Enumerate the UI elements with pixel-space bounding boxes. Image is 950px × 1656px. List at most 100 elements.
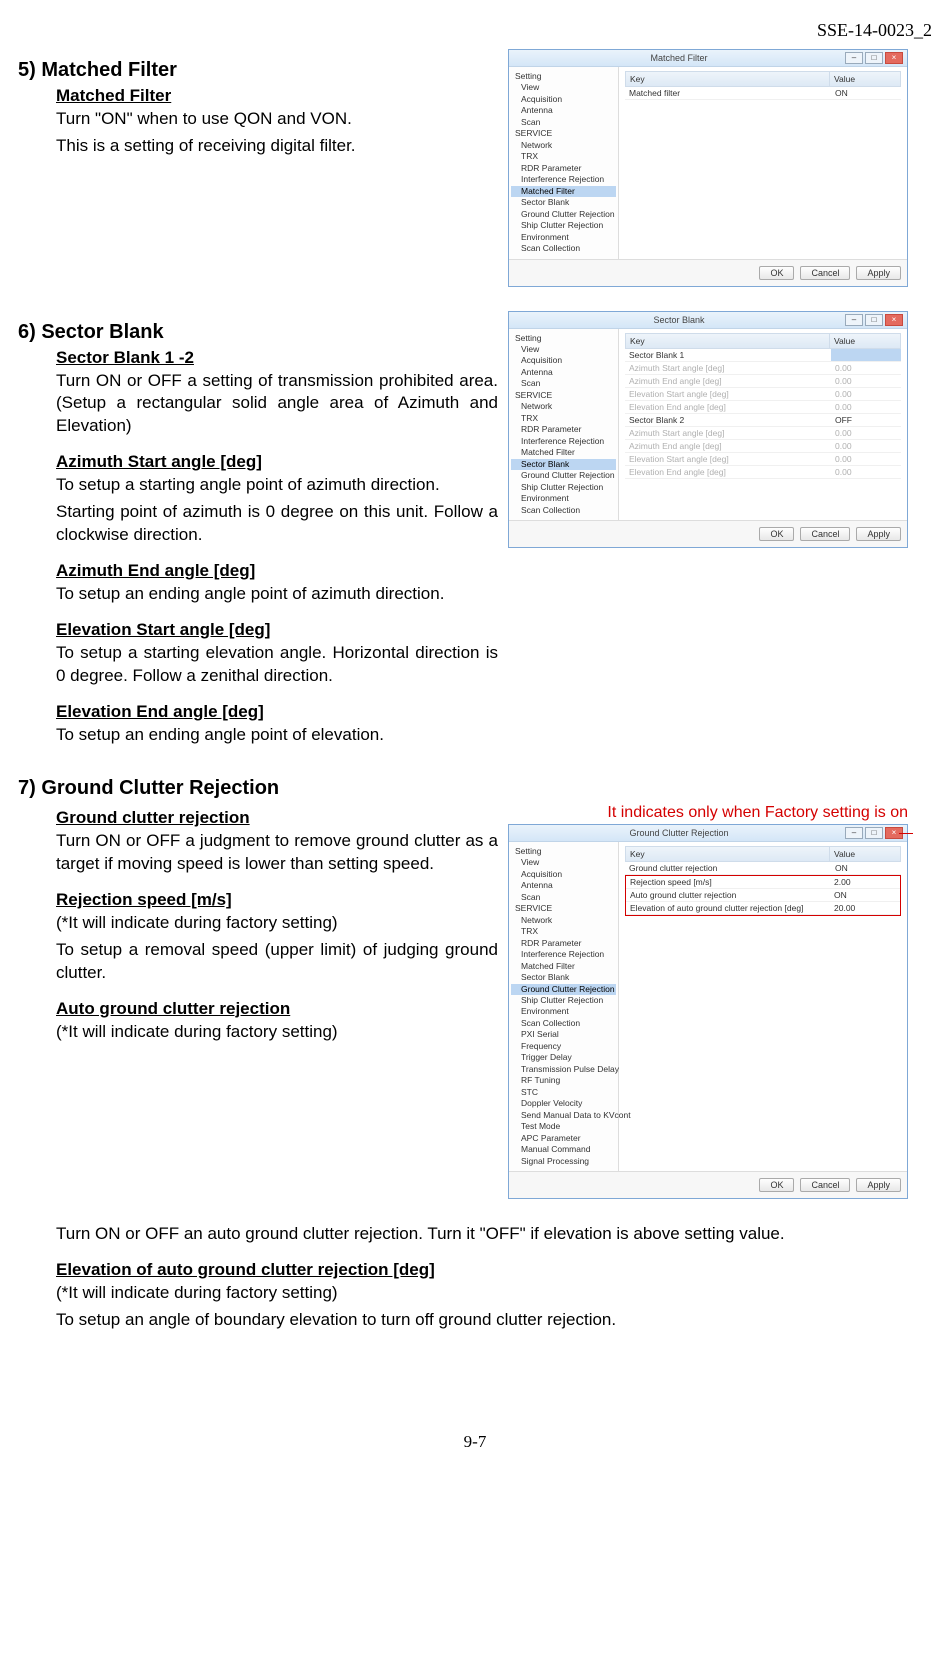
tree-network[interactable]: Network [511, 140, 616, 151]
tree-interf[interactable]: Interference Rejection [511, 949, 616, 960]
settings-tree[interactable]: Setting View Acquisition Antenna Scan SE… [509, 329, 619, 521]
tree-scancol[interactable]: Scan Collection [511, 1018, 616, 1029]
tree-view[interactable]: View [511, 344, 616, 355]
tree-ground[interactable]: Ground Clutter Rejection [511, 984, 616, 995]
cancel-button[interactable]: Cancel [800, 266, 850, 280]
tree-rdr[interactable]: RDR Parameter [511, 424, 616, 435]
tree-interf[interactable]: Interference Rejection [511, 174, 616, 185]
tree-view[interactable]: View [511, 82, 616, 93]
document-id: SSE-14-0023_2 [18, 20, 932, 41]
row-value[interactable]: 2.00 [830, 876, 900, 888]
tree-rf[interactable]: RF Tuning [511, 1075, 616, 1086]
close-button[interactable]: × [885, 314, 903, 326]
tree-scan[interactable]: Scan [511, 117, 616, 128]
tree-view[interactable]: View [511, 857, 616, 868]
cancel-button[interactable]: Cancel [800, 1178, 850, 1192]
tree-sector[interactable]: Sector Blank [511, 197, 616, 208]
tree-env[interactable]: Environment [511, 493, 616, 504]
row-value[interactable]: ON [831, 87, 901, 99]
tree-matched[interactable]: Matched Filter [511, 961, 616, 972]
tree-setting[interactable]: Setting [511, 333, 616, 344]
tree-acquisition[interactable]: Acquisition [511, 355, 616, 366]
tree-sproc[interactable]: Signal Processing [511, 1156, 616, 1167]
tree-matched[interactable]: Matched Filter [511, 447, 616, 458]
tree-ship[interactable]: Ship Clutter Rejection [511, 995, 616, 1006]
tree-service[interactable]: SERVICE [511, 128, 616, 139]
tree-env[interactable]: Environment [511, 232, 616, 243]
tree-rdr[interactable]: RDR Parameter [511, 163, 616, 174]
tree-setting[interactable]: Setting [511, 71, 616, 82]
tree-service[interactable]: SERVICE [511, 390, 616, 401]
tree-scancol[interactable]: Scan Collection [511, 505, 616, 516]
tree-trx[interactable]: TRX [511, 926, 616, 937]
s6-p5: To setup an ending angle point of elevat… [56, 724, 498, 747]
tree-antenna[interactable]: Antenna [511, 880, 616, 891]
tree-scan[interactable]: Scan [511, 378, 616, 389]
s5-text-2: This is a setting of receiving digital f… [56, 135, 498, 158]
minimize-button[interactable]: – [845, 314, 863, 326]
apply-button[interactable]: Apply [856, 1178, 901, 1192]
tree-rdr[interactable]: RDR Parameter [511, 938, 616, 949]
sector-blank-subheading: Sector Blank 1 -2 [56, 348, 498, 368]
tree-antenna[interactable]: Antenna [511, 367, 616, 378]
apply-button[interactable]: Apply [856, 266, 901, 280]
row-value[interactable] [831, 349, 901, 361]
maximize-button[interactable]: □ [865, 314, 883, 326]
tree-antenna[interactable]: Antenna [511, 105, 616, 116]
row-key: Azimuth Start angle [deg] [625, 362, 831, 374]
tree-ground[interactable]: Ground Clutter Rejection [511, 470, 616, 481]
tree-send[interactable]: Send Manual Data to KVcont [511, 1110, 616, 1121]
tree-network[interactable]: Network [511, 915, 616, 926]
tree-trx[interactable]: TRX [511, 151, 616, 162]
tree-acquisition[interactable]: Acquisition [511, 94, 616, 105]
tree-freq[interactable]: Frequency [511, 1041, 616, 1052]
tree-trx[interactable]: TRX [511, 413, 616, 424]
s6-p4: To setup a starting elevation angle. Hor… [56, 642, 498, 688]
tree-setting[interactable]: Setting [511, 846, 616, 857]
section-7-heading: 7) Ground Clutter Rejection [18, 777, 932, 800]
col-key: Key [626, 847, 830, 861]
el-start-subheading: Elevation Start angle [deg] [56, 620, 498, 640]
tree-scan[interactable]: Scan [511, 892, 616, 903]
tree-acquisition[interactable]: Acquisition [511, 869, 616, 880]
settings-tree[interactable]: Setting View Acquisition Antenna Scan SE… [509, 67, 619, 259]
close-button[interactable]: × [885, 52, 903, 64]
tree-service[interactable]: SERVICE [511, 903, 616, 914]
apply-button[interactable]: Apply [856, 527, 901, 541]
ok-button[interactable]: OK [759, 1178, 794, 1192]
key-value-pane: Key Value Sector Blank 1 Azimuth Start a… [619, 329, 907, 521]
tree-tpd[interactable]: Transmission Pulse Delay [511, 1064, 616, 1075]
tree-doppler[interactable]: Doppler Velocity [511, 1098, 616, 1109]
row-value[interactable]: ON [831, 862, 901, 874]
tree-ground[interactable]: Ground Clutter Rejection [511, 209, 616, 220]
settings-tree[interactable]: Setting View Acquisition Antenna Scan SE… [509, 842, 619, 1171]
tree-pxi[interactable]: PXI Serial [511, 1029, 616, 1040]
tree-test[interactable]: Test Mode [511, 1121, 616, 1132]
tree-scancol[interactable]: Scan Collection [511, 243, 616, 254]
tree-sector[interactable]: Sector Blank [511, 972, 616, 983]
tree-apc[interactable]: APC Parameter [511, 1133, 616, 1144]
s5-text-1: Turn "ON" when to use QON and VON. [56, 108, 498, 131]
tree-stc[interactable]: STC [511, 1087, 616, 1098]
row-value[interactable]: 20.00 [830, 902, 900, 914]
cancel-button[interactable]: Cancel [800, 527, 850, 541]
ok-button[interactable]: OK [759, 527, 794, 541]
ok-button[interactable]: OK [759, 266, 794, 280]
tree-trigger[interactable]: Trigger Delay [511, 1052, 616, 1063]
window-title: Sector Blank [513, 315, 845, 325]
maximize-button[interactable]: □ [865, 827, 883, 839]
tree-env[interactable]: Environment [511, 1006, 616, 1017]
tree-network[interactable]: Network [511, 401, 616, 412]
minimize-button[interactable]: – [845, 827, 863, 839]
s7-fs1: (*It will indicate during factory settin… [56, 912, 498, 935]
tree-interf[interactable]: Interference Rejection [511, 436, 616, 447]
row-value[interactable]: ON [830, 889, 900, 901]
tree-matched[interactable]: Matched Filter [511, 186, 616, 197]
maximize-button[interactable]: □ [865, 52, 883, 64]
minimize-button[interactable]: – [845, 52, 863, 64]
tree-ship[interactable]: Ship Clutter Rejection [511, 220, 616, 231]
row-value[interactable]: OFF [831, 414, 901, 426]
tree-ship[interactable]: Ship Clutter Rejection [511, 482, 616, 493]
tree-sector[interactable]: Sector Blank [511, 459, 616, 470]
tree-mcmd[interactable]: Manual Command [511, 1144, 616, 1155]
